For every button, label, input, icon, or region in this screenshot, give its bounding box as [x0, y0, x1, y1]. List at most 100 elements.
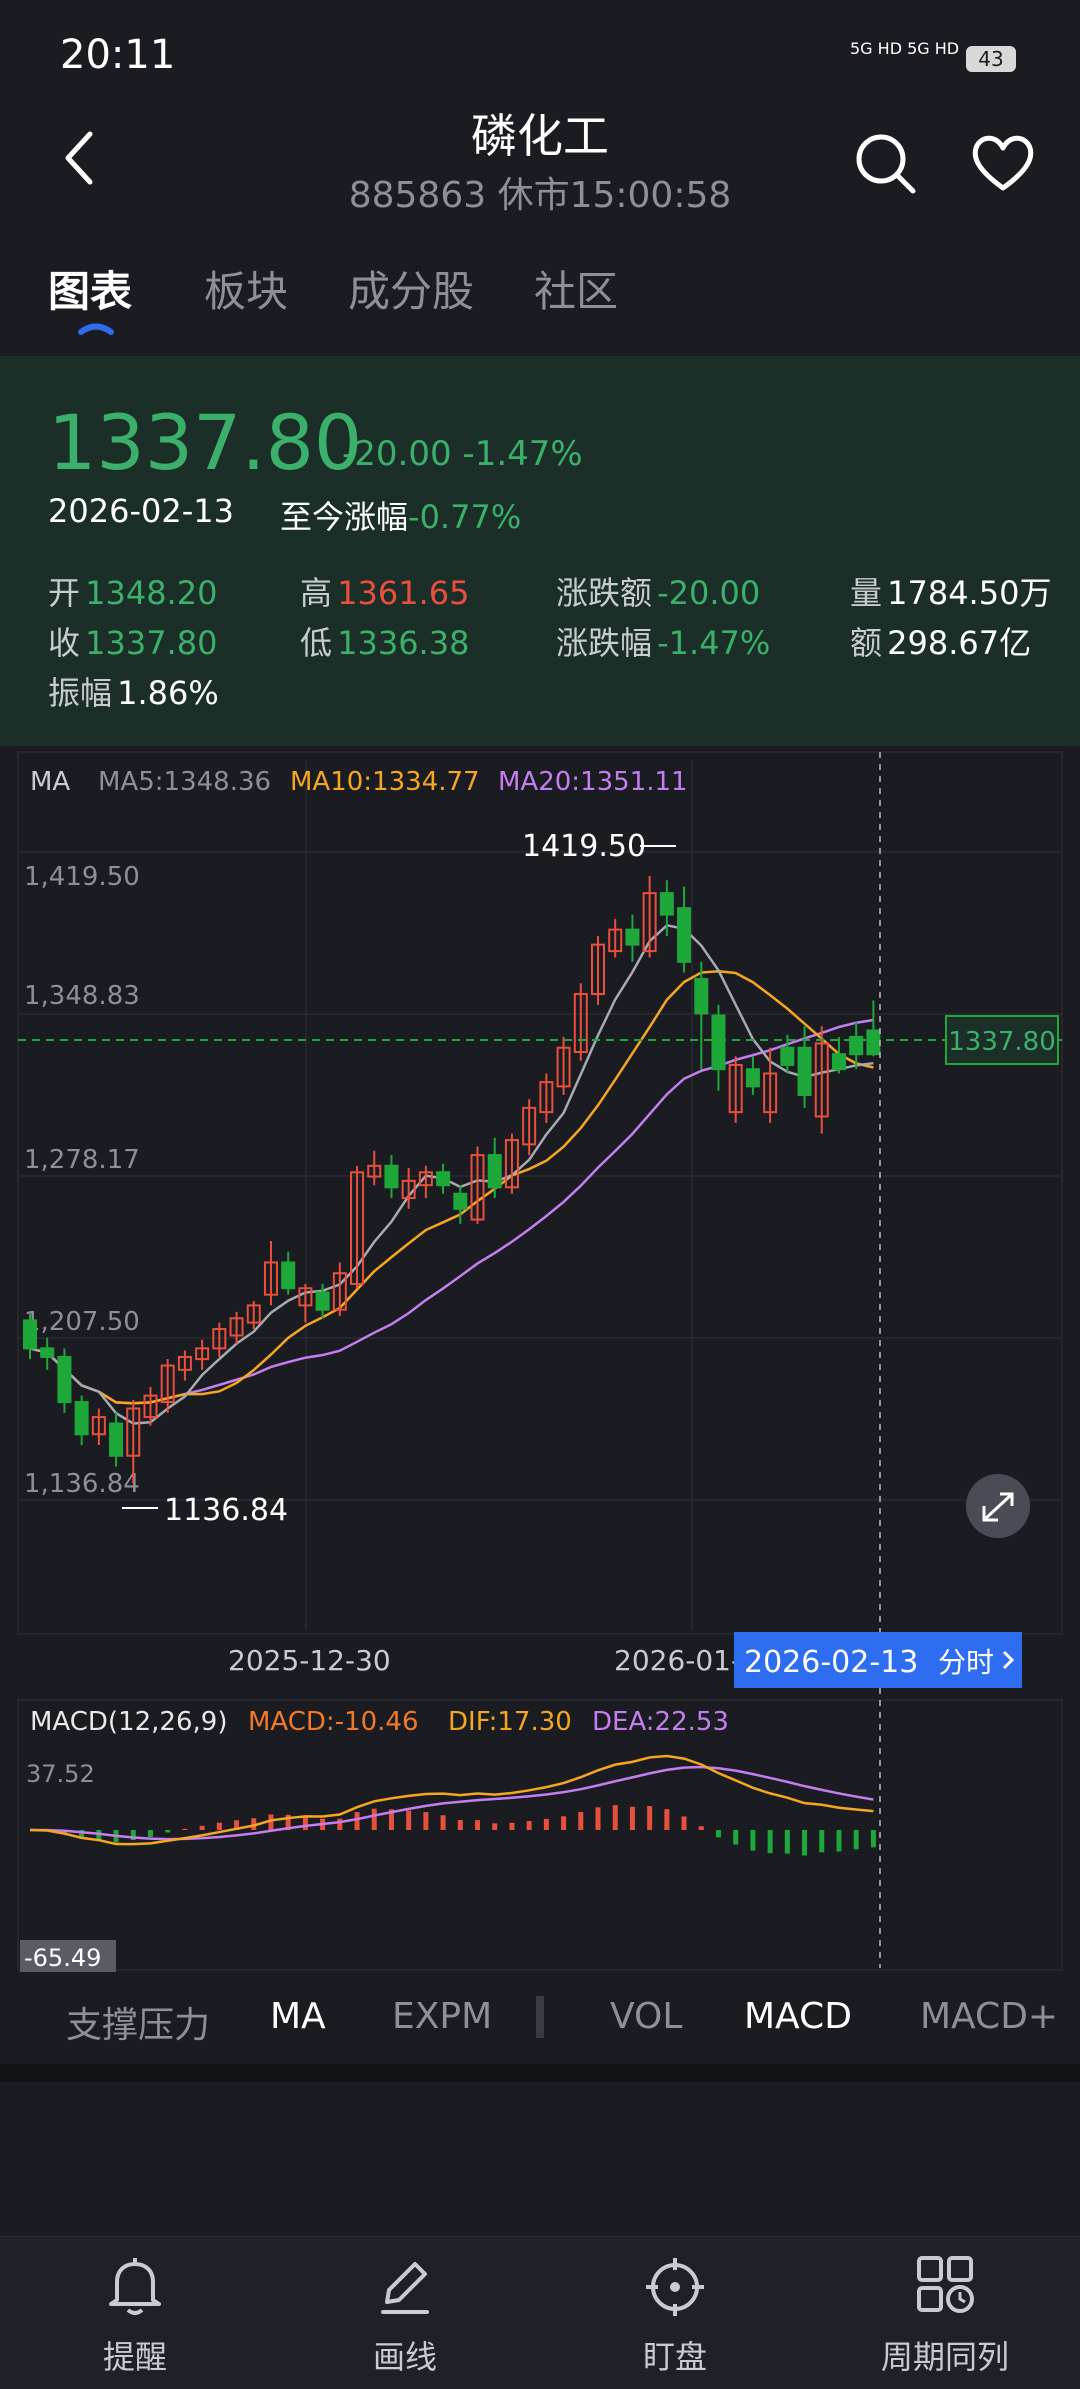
macd-lines	[29, 1754, 874, 1846]
market-status: 休市15:00:58	[497, 175, 732, 216]
candle-body	[487, 1154, 502, 1189]
candle-body	[384, 1164, 399, 1189]
indicator-macd[interactable]: MACD	[744, 1996, 852, 2037]
target-icon	[646, 2258, 704, 2316]
signal-indicator: 5G HD 5G HD	[850, 39, 960, 58]
nav-alert-button[interactable]: 提醒	[0, 2236, 270, 2388]
candle-body	[23, 1319, 37, 1350]
candle-body	[453, 1192, 468, 1210]
search-icon[interactable]	[850, 128, 920, 198]
candle-body	[625, 928, 640, 946]
nav-draw-button[interactable]: 画线	[270, 2236, 540, 2388]
tab-indicator	[78, 320, 114, 335]
ma5-line	[29, 923, 874, 1425]
indicator-ma[interactable]: MA	[270, 1996, 326, 2037]
close-stat: 收 1337.80	[48, 624, 218, 662]
candle-body	[831, 1053, 846, 1071]
indicator-macd-plus[interactable]: MACD+	[920, 1996, 1058, 2037]
candle-body	[659, 892, 674, 916]
bell-icon	[109, 2258, 161, 2315]
macd-value: MACD:-10.46	[248, 1707, 419, 1737]
price-change: -20.00 -1.47%	[342, 434, 583, 474]
favorite-heart-icon[interactable]	[968, 128, 1038, 198]
intraday-button-label: 分时	[938, 1646, 994, 1679]
ma5-line	[29, 923, 874, 1425]
candle-body	[436, 1171, 451, 1187]
y-tick: 1,207.50	[24, 1307, 140, 1337]
tab-sector[interactable]: 板块	[204, 258, 288, 319]
divider	[0, 2064, 1080, 2082]
tab-constituents[interactable]: 成分股	[348, 258, 474, 319]
macd-frame	[17, 1699, 1063, 1971]
candle-body	[109, 1422, 124, 1457]
candle-body	[797, 1046, 812, 1096]
indicator-divider	[536, 1996, 544, 2038]
x-tick: 2025-12-30	[228, 1644, 391, 1677]
last-price-label: 1337.80	[948, 1027, 1056, 1057]
battery-icon: 43	[966, 46, 1016, 72]
min-price-label: 1136.84	[164, 1493, 288, 1528]
macd-top-tick: 37.52	[26, 1760, 95, 1788]
tab-community[interactable]: 社区	[534, 258, 618, 319]
nav-alert-label: 提醒	[102, 2338, 167, 2376]
candle-body	[74, 1401, 89, 1436]
candles	[23, 875, 881, 1484]
since-label: 至今涨幅	[280, 498, 409, 536]
since-value: -0.77%	[408, 498, 522, 536]
high-stat: 高 1361.65	[300, 574, 470, 612]
candle-body	[780, 1046, 795, 1066]
stock-code: 885863	[348, 175, 487, 216]
open-stat: 开 1348.20	[48, 574, 218, 612]
macd-label: MACD(12,26,9)	[30, 1707, 227, 1737]
ma10-legend: MA10:1334.77	[290, 767, 480, 797]
pencil-icon	[381, 2262, 429, 2314]
since-change: 至今涨幅-0.77%	[280, 492, 521, 538]
macd-line	[29, 1765, 874, 1841]
change-amount-stat: 涨跌额 -20.00	[556, 574, 761, 612]
indicator-vol[interactable]: VOL	[610, 1996, 682, 2037]
indicator-expm[interactable]: EXPM	[392, 1996, 500, 2037]
candle-body	[711, 1014, 726, 1071]
change-percent-stat: 涨跌幅 -1.47%	[556, 624, 771, 662]
ma5-legend: MA5:1348.36	[98, 767, 271, 797]
change-value: -20.00	[342, 434, 452, 474]
indicator-support[interactable]: 支撑压力	[66, 1996, 210, 2048]
dif-value: DIF:17.30	[448, 1707, 572, 1737]
selected-date: 2026-02-13	[744, 1645, 918, 1680]
change-percent: -1.47%	[462, 434, 583, 474]
candle-body	[694, 978, 709, 1015]
ma-legend-label: MA	[30, 767, 70, 797]
max-price-label: 1419.50	[522, 829, 646, 864]
candle-body	[315, 1291, 330, 1311]
nav-period-label: 周期同列	[880, 2338, 1009, 2376]
nav-watch-label: 盯盘	[642, 2338, 707, 2376]
candle-body	[40, 1347, 55, 1358]
y-tick: 1,419.50	[24, 862, 140, 892]
x-tick: 2026-01-	[614, 1644, 741, 1677]
low-stat: 低 1336.38	[300, 624, 470, 662]
nav-draw-label: 画线	[372, 2338, 437, 2376]
amplitude-stat: 振幅 1.86%	[48, 674, 219, 712]
candle-body	[281, 1261, 296, 1290]
status-time: 20:11	[60, 32, 176, 78]
current-price: 1337.80	[48, 398, 363, 487]
volume-stat: 量 1784.50万	[850, 574, 1052, 612]
quote-date: 2026-02-13	[48, 492, 234, 530]
candle-body	[677, 907, 692, 963]
amount-stat: 额 298.67亿	[850, 624, 1032, 662]
y-tick: 1,136.84	[24, 1469, 140, 1499]
nav-period-button[interactable]: 周期同列	[810, 2236, 1080, 2388]
kline-chart[interactable]: MA MA5:1348.36 MA10:1334.77 MA20:1351.11…	[0, 746, 1080, 2036]
tab-chart[interactable]: 图表	[48, 258, 132, 319]
macd-bottom-tick: -65.49	[24, 1944, 101, 1972]
grid-clock-icon	[917, 2256, 974, 2313]
candle-body	[57, 1355, 72, 1404]
ma20-legend: MA20:1351.11	[498, 767, 688, 797]
y-tick: 1,278.17	[24, 1145, 140, 1175]
nav-watch-button[interactable]: 盯盘	[540, 2236, 810, 2388]
dea-value: DEA:22.53	[592, 1707, 729, 1737]
macd-line	[29, 1754, 874, 1846]
y-tick: 1,348.83	[24, 981, 140, 1011]
candle-body	[866, 1029, 881, 1056]
macd-histogram	[44, 1805, 876, 1856]
